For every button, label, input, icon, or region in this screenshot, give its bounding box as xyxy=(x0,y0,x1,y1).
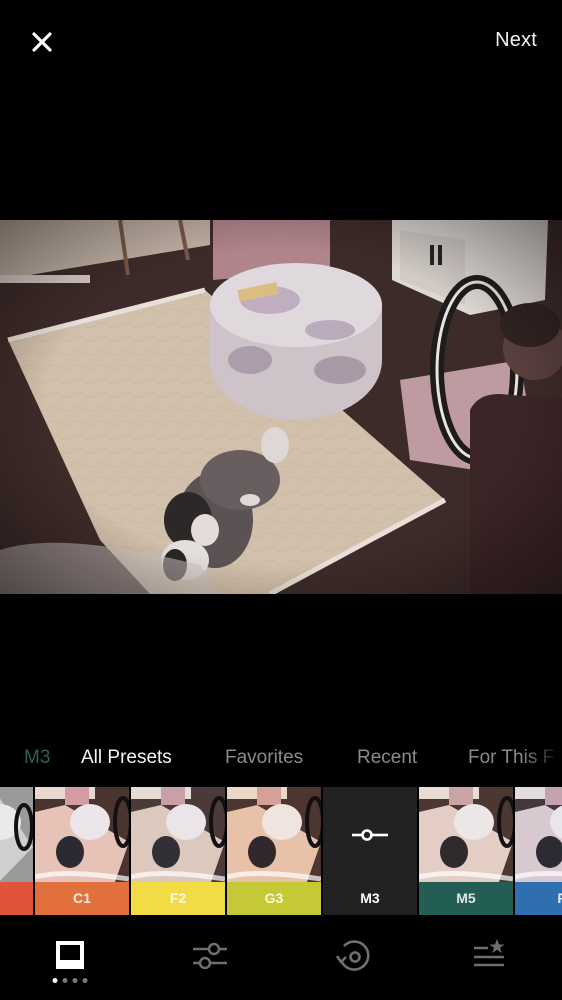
page-dot xyxy=(82,978,88,983)
nav-recipes[interactable] xyxy=(450,918,530,1000)
preset-tile-p[interactable]: P xyxy=(515,787,562,915)
preset-tile-m3-selected[interactable]: M3 xyxy=(323,787,417,915)
tab-favorites[interactable]: Favorites xyxy=(225,747,303,769)
sliders-icon xyxy=(193,942,227,970)
bottom-nav xyxy=(0,918,562,1000)
recipes-list-star-icon xyxy=(474,939,505,967)
preset-thumbnail xyxy=(227,787,321,882)
preset-label: M5 xyxy=(419,882,513,915)
tab-all-presets[interactable]: All Presets xyxy=(81,747,172,769)
preset-label xyxy=(0,882,33,915)
presets-frame-icon xyxy=(56,941,84,969)
preset-label: G3 xyxy=(227,882,321,915)
preset-thumbnail xyxy=(35,787,129,882)
nav-history[interactable] xyxy=(313,918,393,1000)
preset-tile-m5[interactable]: M5 xyxy=(419,787,513,915)
next-button[interactable]: Next xyxy=(495,29,537,52)
nav-tools[interactable] xyxy=(170,918,250,1000)
page-dots xyxy=(52,978,88,983)
preset-tile[interactable] xyxy=(0,787,33,915)
preset-adjust-area[interactable] xyxy=(323,787,417,882)
page-dot-active xyxy=(52,978,58,983)
preset-label: P xyxy=(515,882,562,915)
history-icon xyxy=(335,940,370,971)
preset-thumbnail xyxy=(419,787,513,882)
page-dot xyxy=(72,978,78,983)
preset-tile-f2[interactable]: F2 xyxy=(131,787,225,915)
current-preset-indicator[interactable]: M3 xyxy=(24,747,50,769)
preset-thumbnail xyxy=(131,787,225,882)
page-dot xyxy=(62,978,68,983)
preset-thumbnail xyxy=(0,787,33,882)
close-icon xyxy=(32,32,52,52)
nav-presets[interactable] xyxy=(30,918,110,1000)
preset-tile-g3[interactable]: G3 xyxy=(227,787,321,915)
tab-recent[interactable]: Recent xyxy=(357,747,417,769)
tab-for-this-photo[interactable]: For This F xyxy=(468,747,554,769)
preset-category-tabs: M3 All Presets Favorites Recent For This… xyxy=(0,742,562,778)
preset-label: M3 xyxy=(323,882,417,915)
preset-tile-c1[interactable]: C1 xyxy=(35,787,129,915)
photo-image xyxy=(0,220,562,594)
slider-adjust-icon xyxy=(352,828,388,841)
close-button[interactable] xyxy=(28,28,56,56)
photo-preview xyxy=(0,220,562,594)
top-bar: Next xyxy=(0,0,562,84)
preset-label: F2 xyxy=(131,882,225,915)
preset-label: C1 xyxy=(35,882,129,915)
preset-strip[interactable]: C1 F2 G3 M3 M5 P xyxy=(0,787,562,915)
preset-thumbnail xyxy=(515,787,562,882)
